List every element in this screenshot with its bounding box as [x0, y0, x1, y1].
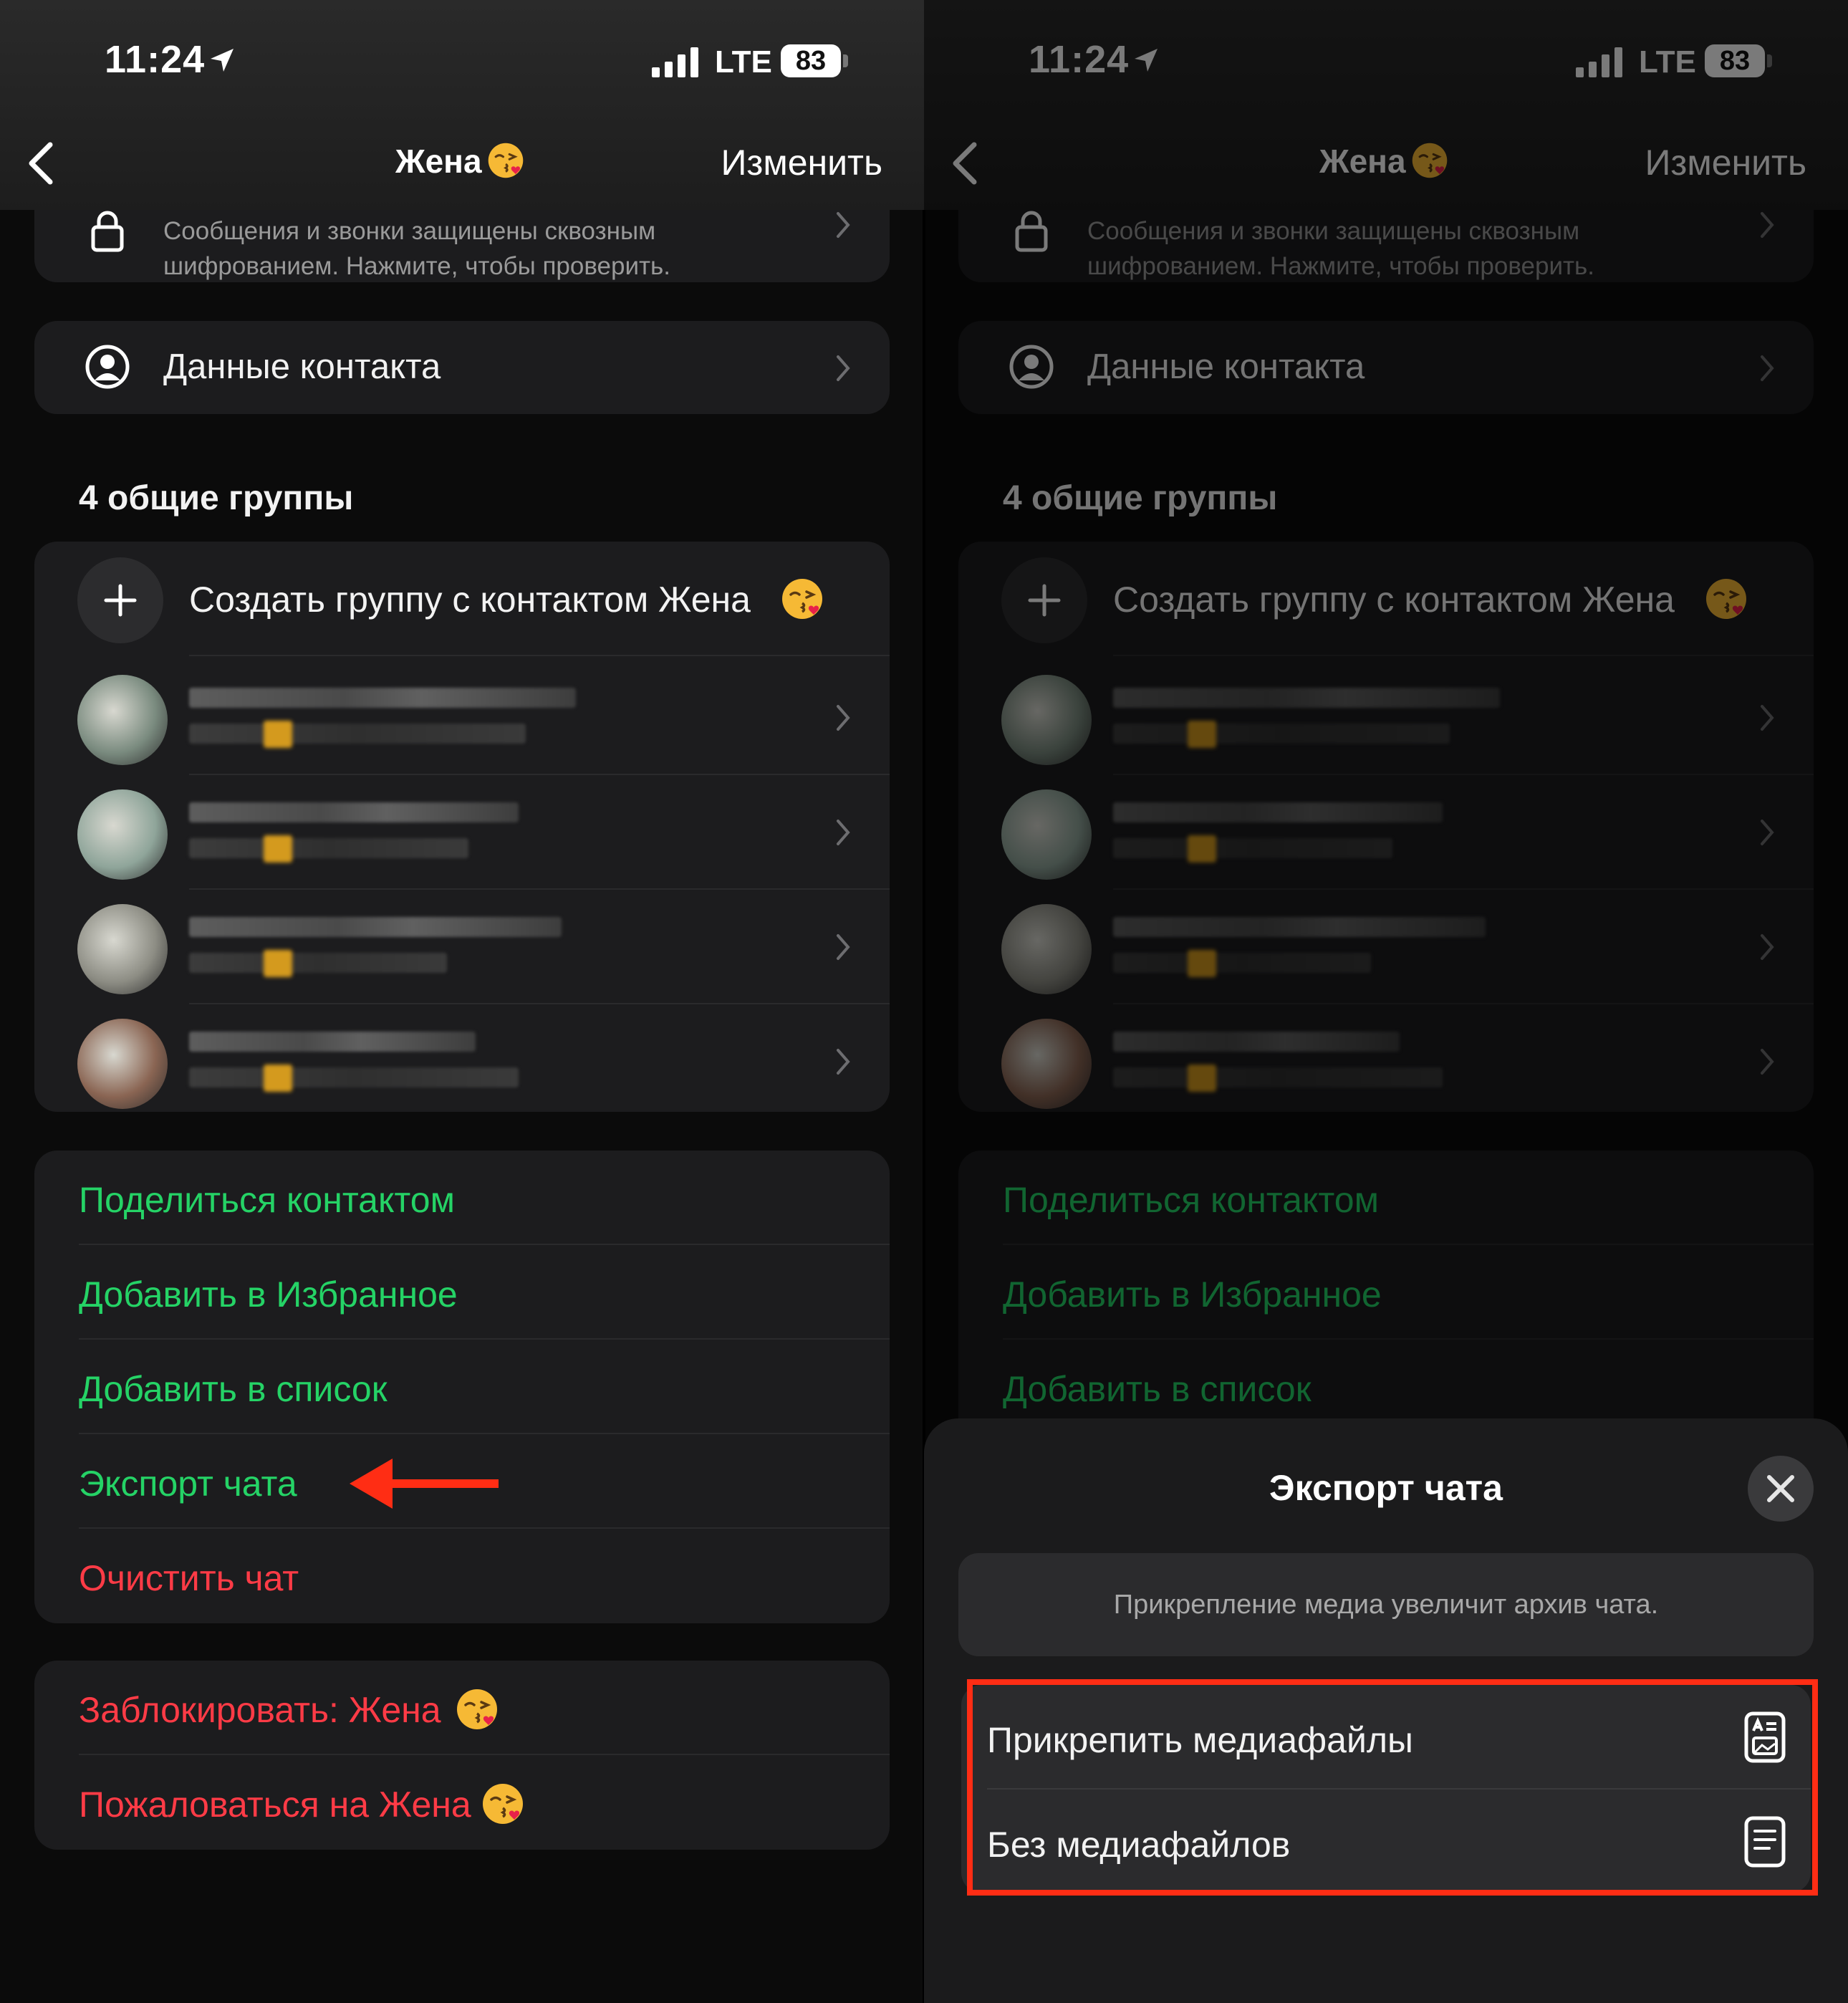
block-contact-button[interactable]: Заблокировать: Жена [79, 1689, 441, 1731]
add-favorite-button[interactable]: Добавить в Избранное [79, 1274, 458, 1315]
group-avatar [77, 675, 168, 765]
share-contact-button[interactable]: Поделиться контактом [79, 1179, 455, 1221]
red-arrow-icon [350, 1459, 499, 1509]
blurred-group-text [189, 1067, 519, 1087]
blurred-group-text [189, 802, 519, 822]
chevron-right-icon [837, 212, 850, 238]
actions-card: Поделиться контактом Добавить в Избранно… [34, 1151, 890, 1623]
chevron-right-icon [837, 1049, 850, 1075]
clear-chat-button[interactable]: Очистить чат [79, 1557, 299, 1599]
close-button[interactable] [1748, 1456, 1814, 1522]
row-separator [79, 1527, 890, 1529]
signal-icon [652, 47, 698, 77]
common-groups-heading: 4 общие группы [79, 479, 354, 517]
blurred-emoji [264, 835, 292, 863]
blurred-group-text [189, 724, 526, 744]
kiss-emoji-icon [483, 1784, 523, 1824]
blurred-group-text [189, 917, 562, 937]
row-separator [79, 1754, 890, 1755]
group-row[interactable] [34, 1004, 890, 1112]
contact-info-label: Данные контакта [163, 347, 441, 386]
edit-button[interactable]: Изменить [721, 142, 882, 183]
export-chat-button[interactable]: Экспорт чата [79, 1463, 297, 1504]
group-row[interactable] [34, 661, 890, 775]
report-contact-button[interactable]: Пожаловаться на Жена [79, 1784, 471, 1825]
kiss-emoji-icon [457, 1689, 497, 1729]
row-separator [189, 655, 890, 656]
group-avatar [77, 1019, 168, 1109]
blurred-group-text [189, 953, 447, 973]
blurred-group-text [189, 838, 468, 858]
chevron-right-icon [837, 934, 850, 960]
nav-header: 11:24 LTE 83 Жена Изменить [0, 0, 924, 210]
blurred-group-text [189, 688, 576, 708]
highlight-box [967, 1679, 1818, 1896]
export-notice: Прикрепление медиа увеличит архив чата. [958, 1553, 1814, 1656]
chevron-right-icon [837, 705, 850, 731]
lock-icon [91, 211, 124, 252]
add-to-list-button[interactable]: Добавить в список [79, 1368, 388, 1410]
group-avatar [77, 789, 168, 880]
back-chevron-icon[interactable] [26, 140, 54, 186]
kiss-emoji-icon [782, 579, 822, 619]
common-groups-card: Создать группу с контактом Жена [34, 542, 890, 1112]
row-separator [79, 1338, 890, 1340]
group-row[interactable] [34, 890, 890, 1004]
plus-icon [77, 557, 163, 643]
block-report-card: Заблокировать: Жена Пожаловаться на Жена [34, 1661, 890, 1850]
blurred-emoji [264, 721, 292, 748]
encryption-text: Сообщения и звонки защищены сквозным шиф… [163, 217, 671, 280]
chevron-right-icon [837, 820, 850, 845]
contact-info-row[interactable]: Данные контакта [34, 321, 890, 414]
row-separator [79, 1244, 890, 1245]
close-icon [1767, 1475, 1794, 1502]
battery-icon: 83 [781, 44, 841, 77]
create-group-label: Создать группу с контактом Жена [189, 580, 751, 620]
group-row[interactable] [34, 775, 890, 890]
page-title: Жена [395, 143, 482, 180]
status-time: 11:24 [105, 38, 206, 81]
contact-info-screen: 11:24 LTE 83 Жена Изменить Сообщения и з… [0, 0, 924, 2003]
sheet-title: Экспорт чата [1269, 1468, 1503, 1508]
blurred-group-text [189, 1032, 476, 1052]
blurred-emoji [264, 950, 292, 977]
kiss-emoji-icon [488, 143, 524, 178]
location-arrow-icon [211, 49, 234, 72]
group-avatar [77, 904, 168, 994]
blurred-emoji [264, 1065, 292, 1092]
network-type: LTE [715, 44, 772, 80]
row-separator [79, 1433, 890, 1434]
battery-tip [843, 54, 848, 67]
person-circle-icon [85, 345, 130, 389]
chevron-right-icon [837, 355, 850, 381]
